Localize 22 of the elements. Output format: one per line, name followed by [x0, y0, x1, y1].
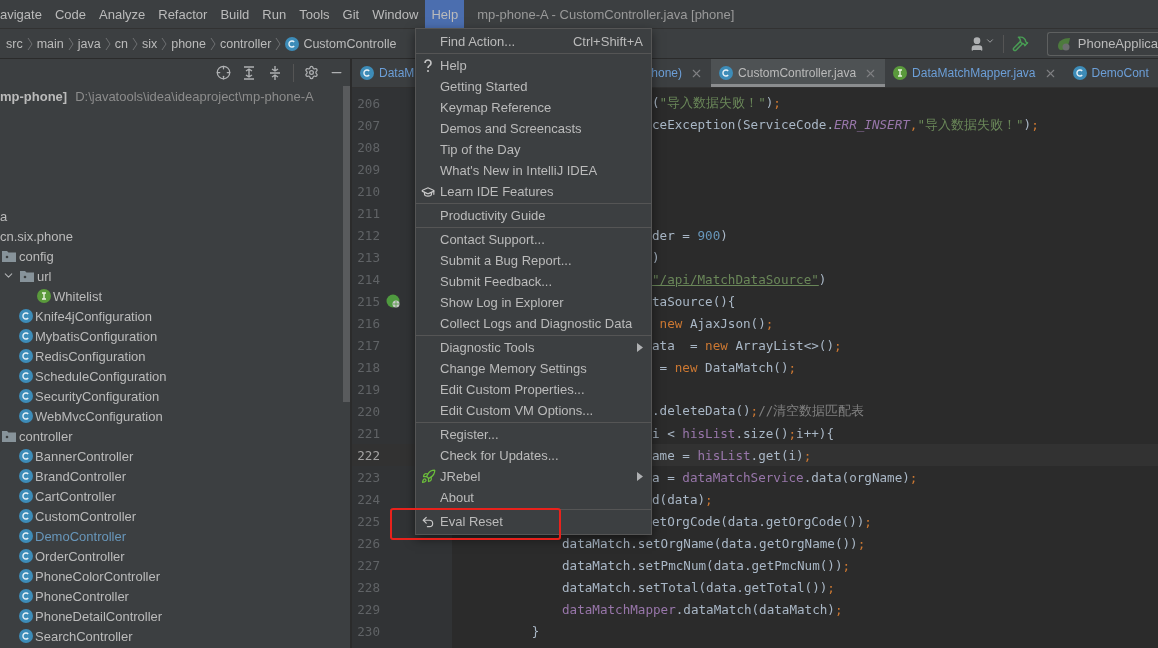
code-line: }	[530, 623, 540, 639]
code-line: dataMatch.setOrgName(data.getOrgName());	[561, 535, 866, 551]
code-line: der = 900)	[652, 227, 728, 243]
code-line: taSource(){	[652, 293, 736, 309]
code-line: dataMatch.setTotal(data.getTotal());	[561, 579, 835, 595]
code-line: etOrgCode(data.getOrgCode());	[652, 513, 872, 529]
code-line: dataMatchMapper.dataMatch(dataMatch);	[561, 601, 843, 617]
code-line: dataMatch.setPmcNum(data.getPmcNum());	[561, 557, 851, 573]
code-line: d(data);	[652, 491, 713, 507]
code-line: a = dataMatchService.data(orgName);	[652, 469, 918, 485]
code-line: .deleteData();//清空数据匹配表	[652, 402, 865, 420]
code-line: )	[652, 249, 660, 265]
window-title: mp-phone-A - CustomController.java [phone]	[477, 6, 735, 22]
code-line: "/api/MatchDataSource")	[652, 271, 827, 287]
code-line: ("导入数据失败！");	[652, 94, 781, 112]
code-line: = new DataMatch();	[658, 359, 797, 375]
line-number: 222	[356, 447, 380, 463]
code-line: ata = new ArrayList<>();	[652, 337, 842, 353]
code-line: ame = hisList.get(i);	[652, 447, 812, 463]
code-line: new AjaxJson();	[658, 315, 774, 331]
code-line: ceException(ServiceCode.ERR_INSERT,"导入数据失败！");	[652, 116, 1039, 134]
code-line: i < hisList.size();i++){	[652, 425, 834, 441]
